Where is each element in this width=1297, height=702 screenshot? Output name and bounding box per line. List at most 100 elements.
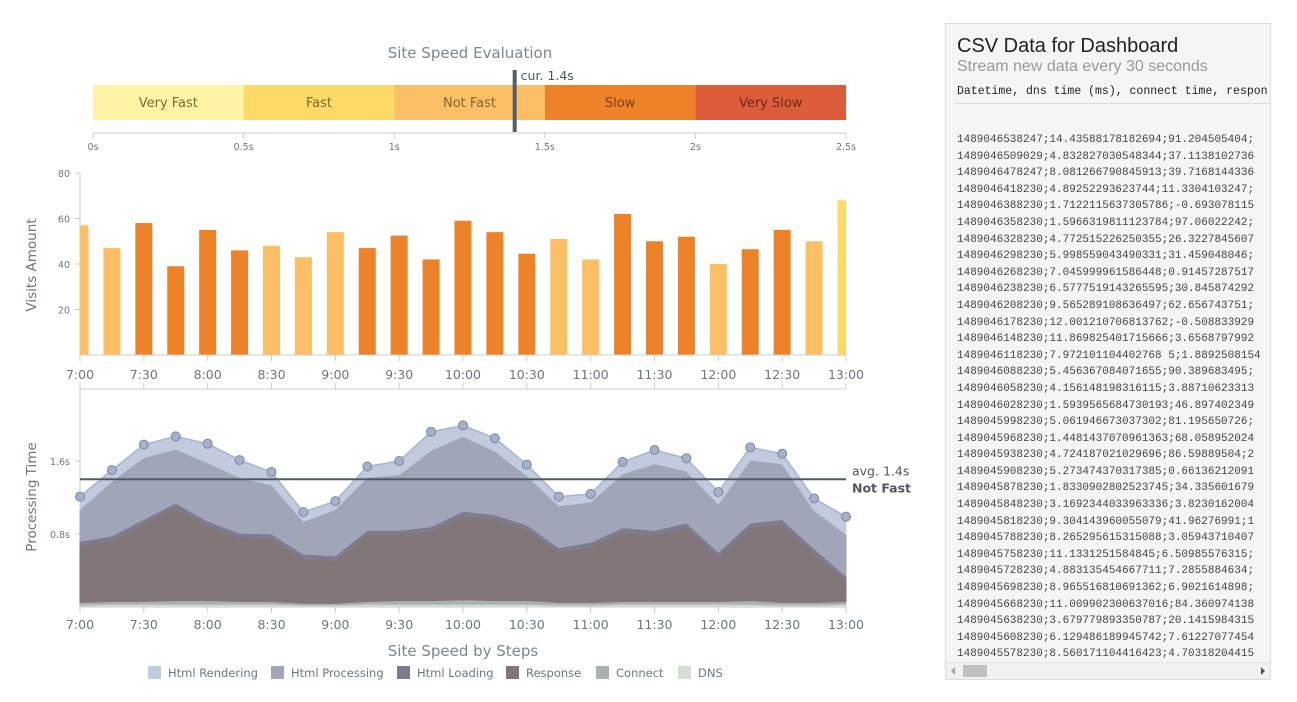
data-point-7:30: [138, 439, 149, 450]
bar-y-tick-label: 80: [58, 169, 70, 180]
csv-row: 1489045788230;8.265295615315088;3.059437…: [957, 532, 1255, 545]
legend-item-connect[interactable]: Connect: [596, 666, 664, 680]
bar-11:45: [677, 236, 695, 355]
data-point-12:45: [809, 493, 820, 504]
bar-7:00: [80, 225, 89, 355]
csv-column-header: Datetime, dns time (ms), connect time, r…: [955, 85, 1270, 104]
range-label: Not Fast: [443, 96, 496, 111]
bar-9:00: [326, 232, 344, 355]
site-speed-by-steps-chart: Processing Time 0.8s 1.6s avg. 1.4s Not Fa…: [24, 390, 911, 680]
bar-y-tick-label: 40: [58, 260, 70, 271]
bar-x-tick-label: 11:00: [573, 367, 609, 382]
bar-10:15: [486, 232, 504, 355]
legend-item-dns[interactable]: DNS: [678, 666, 723, 680]
csv-row: 1489046178230;12.001210706813762;-0.5088…: [957, 316, 1255, 329]
data-point-9:15: [362, 461, 373, 472]
csv-row: 1489045608230;6.129486189945742;7.612270…: [957, 631, 1255, 644]
scrollbar-thumb[interactable]: [963, 665, 987, 677]
legend-label: Html Loading: [417, 666, 494, 680]
bar-y-tick-label: 60: [58, 215, 70, 226]
area-x-tick-label: 11:00: [573, 617, 609, 632]
legend-swatch: [271, 666, 284, 679]
csv-row: 1489046028230;1.5939565684730193;46.8974…: [957, 399, 1255, 412]
visits-bar-chart: Visits Amount 20 40 60 80 7:00 7:30 8:00 8:30 9…: [24, 169, 864, 390]
data-point-11:15: [617, 456, 628, 467]
area-x-tick-label: 10:00: [445, 617, 481, 632]
csv-row: 1489046148230;11.869825401715666;3.65687…: [957, 333, 1255, 346]
bar-x-tick-label: 12:00: [700, 367, 736, 382]
data-point-7:15: [106, 465, 117, 476]
legend-item-html-rendering[interactable]: Html Rendering: [148, 666, 258, 680]
bullet-tick-label: 2.5s: [836, 142, 856, 153]
bar-12:00: [709, 264, 727, 355]
bar-8:30: [263, 245, 280, 355]
scroll-left-arrow-icon[interactable]: [951, 667, 955, 675]
horizontal-scrollbar[interactable]: [946, 662, 1270, 679]
bar-7:15: [103, 248, 121, 355]
legend-item-html-processing[interactable]: Html Processing: [271, 666, 384, 680]
area-x-tick-label: 7:00: [66, 617, 94, 632]
legend-label: Response: [526, 666, 581, 680]
bullet-tick-label: 0.5s: [234, 142, 254, 153]
bar-x-tick-label: 13:00: [828, 367, 864, 382]
legend-label: DNS: [698, 666, 723, 680]
csv-data-panel: CSV Data for Dashboard Stream new data e…: [945, 23, 1271, 680]
legend-item-html-loading[interactable]: Html Loading: [397, 666, 494, 680]
data-point-9:30: [394, 456, 405, 466]
bar-12:45: [805, 241, 823, 355]
csv-row: 1489046238230;6.5777519143265595;30.8458…: [957, 283, 1255, 296]
area-x-tick-label: 7:30: [130, 617, 158, 632]
csv-panel-title: CSV Data for Dashboard: [957, 35, 1179, 57]
average-label: avg. 1.4s: [852, 463, 909, 478]
bar-x-tick-label: 11:30: [636, 367, 672, 382]
current-speed-label: cur. 1.4s: [521, 68, 574, 83]
data-point-12:15: [745, 442, 756, 453]
range-label: Slow: [605, 96, 636, 111]
csv-row: 1489045908230;5.273474370317385;0.661362…: [957, 465, 1255, 478]
average-class-label: Not Fast: [852, 480, 911, 495]
csv-row: 1489046509029;4.832827030548344;37.11381…: [957, 150, 1255, 163]
legend-label: Connect: [616, 666, 664, 680]
csv-row: 1489045698230;8.965516810691362;6.902161…: [957, 582, 1255, 595]
data-point-13:00: [841, 511, 851, 522]
scroll-right-arrow-icon[interactable]: [1261, 667, 1265, 675]
csv-row: 1489045818230;9.304143960055079;41.96276…: [957, 515, 1255, 528]
csv-row: 1489046388230;1.7122115637305786;-0.6930…: [957, 200, 1255, 213]
bar-x-tick-label: 10:30: [509, 367, 545, 382]
bar-x-tick-label: 7:00: [66, 367, 94, 382]
data-point-11:45: [681, 453, 692, 464]
bar-10:00: [454, 220, 472, 355]
csv-row: 1489046538247;14.43588178182694;91.20450…: [957, 134, 1255, 146]
bullet-tick-label: 1s: [389, 142, 400, 153]
legend-label: Html Processing: [291, 666, 384, 680]
data-point-8:45: [298, 507, 309, 518]
data-point-11:00: [585, 488, 596, 499]
csv-row: 1489045878230;1.8330902802523745;34.3356…: [957, 482, 1255, 495]
csv-row: 1489046418230;4.89252293623744;11.330410…: [957, 183, 1255, 196]
data-point-10:15: [489, 433, 500, 444]
bar-9:30: [390, 235, 408, 355]
bullet-tick-label: 0s: [88, 142, 99, 153]
bar-7:45: [167, 266, 185, 355]
bar-11:15: [614, 213, 632, 355]
csv-row: 1489046298230;5.998559043490331;31.45904…: [957, 250, 1255, 263]
bar-12:15: [741, 249, 759, 355]
area-y-axis-title: Processing Time: [24, 442, 40, 551]
area-x-tick-label: 10:30: [509, 617, 545, 632]
current-speed-marker: [512, 70, 517, 132]
csv-row: 1489045938230;4.724187021029696;86.59889…: [957, 449, 1255, 462]
data-point-8:30: [266, 466, 277, 477]
bar-y-axis-title: Visits Amount: [24, 218, 40, 311]
bar-8:45: [294, 257, 312, 355]
csv-row: 1489046208230;9.565289108636497;62.65674…: [957, 299, 1255, 312]
data-point-9:45: [426, 426, 437, 437]
area-x-tick-label: 9:00: [321, 617, 349, 632]
range-label: Fast: [306, 96, 332, 111]
bar-7:30: [135, 223, 153, 355]
legend-swatch: [397, 666, 410, 679]
bar-x-tick-label: 9:00: [321, 367, 349, 382]
legend-item-response[interactable]: Response: [506, 666, 581, 680]
bar-13:00: [837, 200, 846, 355]
csv-data-list[interactable]: 1489046538247;14.43588178182694;91.20450…: [946, 128, 1270, 661]
csv-panel-header: CSV Data for Dashboard Stream new data e…: [946, 24, 1270, 104]
